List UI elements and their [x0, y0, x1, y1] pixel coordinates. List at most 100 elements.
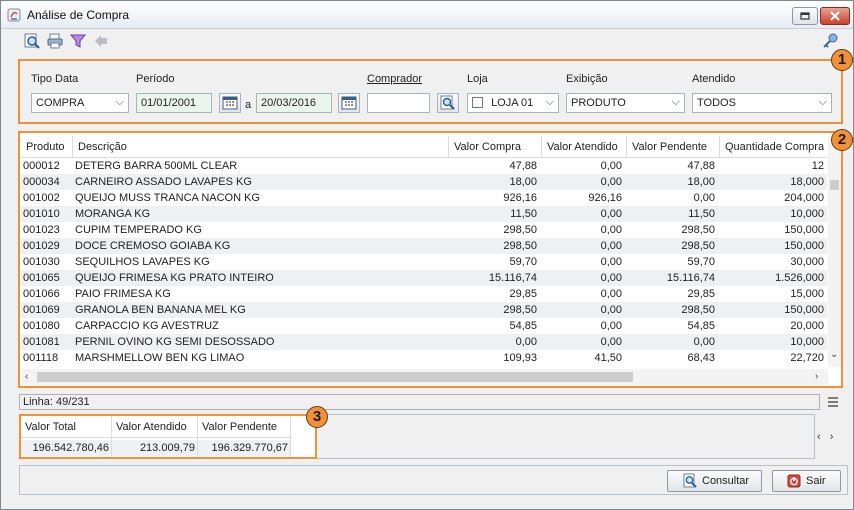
- table-row[interactable]: 001118 MARSHMELLOW BEN KG LIMAO 109,93 41,5…: [21, 350, 827, 366]
- vertical-scrollbar[interactable]: ⌄: [828, 136, 841, 367]
- table-cell: PERNIL OVINO KG SEMI DESOSSADO: [75, 336, 275, 348]
- total-valor-pendente: Valor Pendente 196.329.770,67: [198, 416, 291, 457]
- table-row[interactable]: 001029 DOCE CREMOSO GOIABA KG 298,50 0,00 29…: [21, 238, 827, 254]
- search-icon: [440, 95, 455, 110]
- scroll-left-icon[interactable]: ‹: [25, 371, 28, 382]
- tipo-data-select[interactable]: COMPRA ⌵: [31, 93, 129, 113]
- atendido-label: Atendido: [692, 73, 736, 85]
- scroll-left-icon[interactable]: ‹: [817, 431, 821, 443]
- atendido-select[interactable]: TODOS ⌵: [692, 93, 832, 113]
- table-cell: SEQUILHOS LAVAPES KG: [75, 256, 210, 268]
- scroll-down-icon[interactable]: ⌄: [830, 349, 838, 360]
- table-row[interactable]: 001081 PERNIL OVINO KG SEMI DESOSSADO 0,00…: [21, 334, 827, 350]
- periodo-label: Período: [136, 73, 175, 85]
- comprador-label[interactable]: Comprador: [367, 73, 422, 85]
- table-cell: 204,000: [784, 192, 824, 204]
- table-cell: 000034: [23, 176, 60, 188]
- table-cell: 12: [811, 160, 824, 172]
- table-cell: 18,000: [790, 176, 824, 188]
- col-valor-pendente[interactable]: Valor Pendente: [627, 136, 720, 158]
- loja-select[interactable]: LOJA 01 ⌵: [467, 93, 559, 113]
- col-valor-compra[interactable]: Valor Compra: [449, 136, 542, 158]
- table-cell: 150,000: [784, 304, 824, 316]
- status-line: Linha: 49/231: [19, 394, 820, 410]
- table-cell: 001029: [23, 240, 60, 252]
- window-title: Análise de Compra: [27, 8, 130, 22]
- restore-icon: [800, 12, 810, 20]
- col-valor-atendido[interactable]: Valor Atendido: [542, 136, 627, 158]
- table-cell: 001010: [23, 208, 60, 220]
- col-quantidade-compra[interactable]: Quantidade Compra: [720, 136, 827, 158]
- badge-three: 3: [306, 406, 328, 428]
- table-row[interactable]: 001002 QUEIJO MUSS TRANCA NACON KG 926,16 9…: [21, 190, 827, 206]
- table-cell: GRANOLA BEN BANANA MEL KG: [75, 304, 246, 316]
- table-cell: 298,50: [681, 304, 715, 316]
- loja-checkbox[interactable]: [472, 97, 483, 108]
- badge-two: 2: [831, 129, 853, 151]
- comprador-search-button[interactable]: [437, 93, 459, 113]
- table-cell: QUEIJO MUSS TRANCA NACON KG: [75, 192, 260, 204]
- key-icon[interactable]: [821, 32, 839, 50]
- table-cell: 15,000: [790, 288, 824, 300]
- vertical-scroll-thumb[interactable]: [830, 180, 839, 190]
- horizontal-scroll-thumb[interactable]: [37, 372, 633, 382]
- table-cell: 11,50: [688, 208, 715, 220]
- periodo-end-field[interactable]: 20/03/2016: [256, 93, 332, 113]
- table-cell: 54,85: [509, 320, 537, 332]
- totals-panel: Valor Total 196.542.780,46 Valor Atendid…: [19, 414, 317, 459]
- table-row[interactable]: 000034 CARNEIRO ASSADO LAVAPES KG 18,00 0,0…: [21, 174, 827, 190]
- table-row[interactable]: 001010 MORANGA KG 11,50 0,00 11,50 10,000: [21, 206, 827, 222]
- search-preview-icon[interactable]: [23, 32, 41, 50]
- exibicao-select[interactable]: PRODUTO ⌵: [566, 93, 685, 113]
- col-descricao[interactable]: Descrição: [73, 136, 449, 158]
- menu-icon[interactable]: [827, 396, 839, 408]
- sair-button[interactable]: Sair: [772, 470, 841, 492]
- table-row[interactable]: 001080 CARPACCIO KG AVESTRUZ 54,85 0,00 54,8…: [21, 318, 827, 334]
- table-cell: 0,00: [600, 176, 622, 188]
- col-produto[interactable]: Produto: [21, 136, 73, 158]
- table-cell: 298,50: [681, 224, 715, 236]
- filter-icon[interactable]: [69, 32, 87, 50]
- table-cell: 29,85: [509, 288, 537, 300]
- table-cell: 926,16: [503, 192, 537, 204]
- table-cell: 54,85: [687, 320, 715, 332]
- horizontal-scrollbar[interactable]: ‹ ›: [21, 369, 828, 385]
- print-icon[interactable]: [46, 32, 64, 50]
- exibicao-value: PRODUTO: [571, 97, 626, 109]
- table-row[interactable]: 001030 SEQUILHOS LAVAPES KG 59,70 0,00 59,70…: [21, 254, 827, 270]
- table-cell: 298,50: [681, 240, 715, 252]
- table-cell: 15.116,74: [488, 272, 537, 284]
- scroll-right-icon[interactable]: ›: [815, 371, 818, 382]
- table-cell: 0,00: [600, 272, 622, 284]
- table-cell: 0,00: [600, 256, 622, 268]
- table-cell: 11,50: [510, 208, 537, 220]
- table-cell: 59,70: [509, 256, 537, 268]
- periodo-start-calendar-button[interactable]: [219, 93, 241, 113]
- table-cell: 30,000: [790, 256, 824, 268]
- periodo-end-value: 20/03/2016: [261, 97, 317, 109]
- close-button[interactable]: [820, 7, 850, 25]
- periodo-start-field[interactable]: 01/01/2001: [136, 93, 212, 113]
- table-cell: 0,00: [693, 336, 715, 348]
- table-row[interactable]: 001065 QUEIJO FRIMESA KG PRATO INTEIRO 15.…: [21, 270, 827, 286]
- table-row[interactable]: 001023 CUPIM TEMPERADO KG 298,50 0,00 298,50…: [21, 222, 827, 238]
- scroll-right-icon[interactable]: ›: [830, 431, 834, 443]
- comprador-field[interactable]: [367, 93, 430, 113]
- table-cell: DETERG BARRA 500ML CLEAR: [75, 160, 238, 172]
- table-row[interactable]: 001069 GRANOLA BEN BANANA MEL KG 298,50 0,0…: [21, 302, 827, 318]
- consultar-button[interactable]: Consultar: [667, 470, 762, 492]
- table-cell: 001030: [23, 256, 60, 268]
- restore-button[interactable]: [792, 7, 818, 25]
- table-cell: 0,00: [600, 304, 622, 316]
- table-cell: 10,000: [790, 336, 824, 348]
- table-cell: 001080: [23, 320, 60, 332]
- table-row[interactable]: 001066 PAIO FRIMESA KG 29,85 0,00 29,85 15,00…: [21, 286, 827, 302]
- back-arrow-icon[interactable]: [92, 32, 110, 50]
- exit-icon: [787, 474, 801, 488]
- table-cell: 298,50: [503, 304, 537, 316]
- periodo-end-calendar-button[interactable]: [338, 93, 360, 113]
- table-cell: 001023: [23, 224, 60, 236]
- table-cell: 150,000: [784, 224, 824, 236]
- table-cell: 001069: [23, 304, 60, 316]
- table-row[interactable]: 000012 DETERG BARRA 500ML CLEAR 47,88 0,00 4…: [21, 158, 827, 174]
